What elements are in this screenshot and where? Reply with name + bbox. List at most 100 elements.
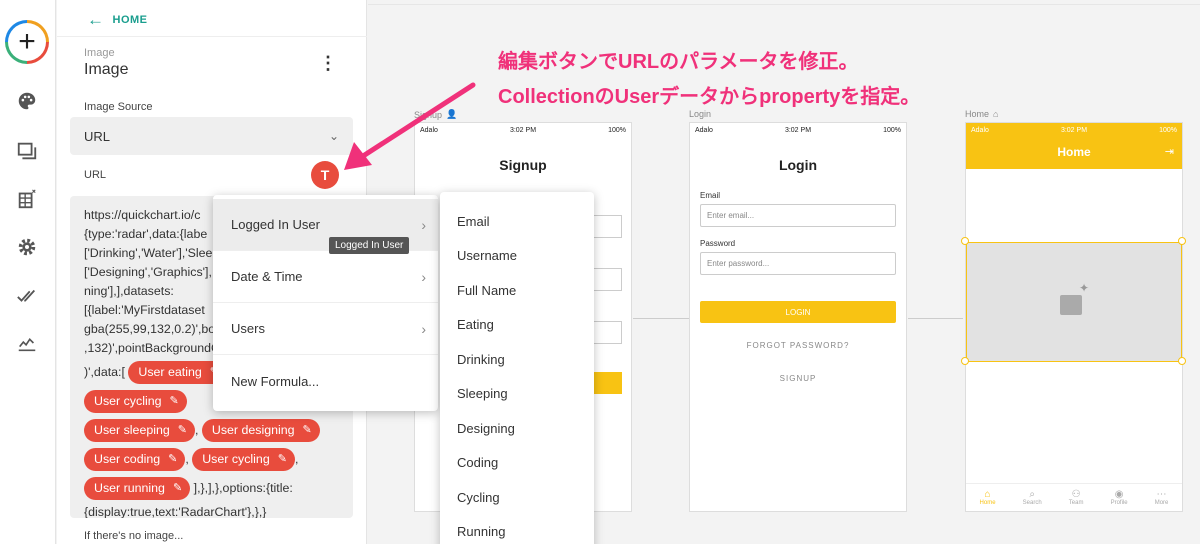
menu-item-date-time[interactable]: Date & Time › (213, 251, 438, 303)
menu-item-users[interactable]: Users › (213, 303, 438, 355)
analytics-icon[interactable] (16, 332, 38, 354)
bottom-tab-bar: ⌂ Home ⌕ Search ⚇ Team ◉ Profile ⋯ More (966, 483, 1182, 511)
logout-icon[interactable]: ⇥ (1165, 145, 1174, 158)
menu-item-full-name[interactable]: Full Name (440, 273, 594, 308)
magic-text-chip[interactable]: User cycling ✎ (84, 390, 187, 413)
back-arrow-icon: ← (87, 10, 105, 29)
home-back-link[interactable]: ← HOME (87, 11, 148, 28)
add-component-button[interactable]: + (5, 20, 49, 64)
menu-item-sleeping[interactable]: Sleeping (440, 377, 594, 412)
pencil-icon: ✎ (177, 424, 187, 436)
signup-field-edge (594, 215, 622, 238)
tab-home[interactable]: ⌂ Home (980, 489, 996, 506)
publish-check-icon[interactable] (16, 285, 38, 307)
pencil-icon: ✎ (277, 453, 287, 465)
url-label: URL (84, 169, 107, 181)
sparkle-icon: ✦ (1079, 281, 1090, 295)
palette-icon[interactable] (16, 90, 38, 112)
menu-item-drinking[interactable]: Drinking (440, 342, 594, 377)
team-icon: ⚇ (1071, 489, 1081, 500)
link-line (633, 318, 689, 319)
login-title: Login (778, 157, 818, 173)
magic-text-chip[interactable]: User cycling ✎ (192, 448, 295, 471)
screen-label-login[interactable]: Login (689, 109, 711, 119)
pencil-icon: ✎ (172, 482, 183, 494)
menu-item-designing[interactable]: Designing (440, 411, 594, 446)
password-label: Password (700, 239, 736, 248)
status-bar: Adalo 3:02 PM 100% (695, 126, 901, 134)
forgot-password-link[interactable]: FORGOT PASSWORD? (690, 341, 906, 350)
menu-item-running[interactable]: Running (440, 515, 594, 544)
magic-text-menu: Logged In User › Date & Time › Users › New … (213, 195, 438, 411)
status-bar: Adalo 3:02 PM 100% (971, 126, 1177, 134)
profile-icon: ◉ (1114, 489, 1124, 500)
annotation-arrow-icon (344, 82, 476, 170)
home-label: HOME (112, 13, 148, 26)
email-label: Email (700, 191, 721, 200)
chevron-right-icon: › (421, 216, 426, 233)
signup-button-edge (594, 372, 622, 394)
image-component-selected[interactable]: ✦ (966, 242, 1182, 362)
tab-team[interactable]: ⚇ Team (1069, 489, 1084, 506)
resize-handle[interactable] (961, 237, 969, 245)
annotation-line-2: CollectionのUserデータからpropertyを指定。 (498, 86, 921, 108)
home-title: Home (1057, 145, 1091, 159)
menu-item-new-formula[interactable]: New Formula... (213, 355, 438, 407)
screens-icon[interactable] (16, 140, 38, 162)
user-properties-menu: Email Username Full Name Eating Drinking… (440, 192, 594, 544)
tooltip: Logged In User (329, 237, 410, 254)
password-field[interactable]: Enter password... (700, 252, 896, 275)
tab-profile[interactable]: ◉ Profile (1111, 489, 1128, 506)
image-source-select[interactable]: URL ⌄ (70, 117, 353, 155)
resize-handle[interactable] (1178, 357, 1186, 365)
resize-handle[interactable] (1178, 237, 1186, 245)
login-screen[interactable]: Adalo 3:02 PM 100% Login Email Enter ema… (689, 122, 907, 512)
link-line (908, 318, 963, 319)
image-source-label: Image Source (84, 101, 153, 113)
image-source-value: URL (84, 128, 111, 144)
tab-more[interactable]: ⋯ More (1155, 489, 1169, 506)
more-options-icon[interactable]: ⋮ (319, 54, 337, 72)
menu-item-email[interactable]: Email (440, 204, 594, 239)
panel-divider (57, 36, 367, 37)
more-icon: ⋯ (1156, 489, 1167, 500)
component-name[interactable]: Image (84, 61, 128, 79)
home-app-bar: Adalo 3:02 PM 100% Home ⇥ (966, 123, 1182, 169)
screen-label-home[interactable]: Home ⌂ (965, 109, 998, 119)
pencil-icon: ✎ (168, 453, 178, 465)
database-icon[interactable] (16, 188, 38, 210)
email-field[interactable]: Enter email... (700, 204, 896, 227)
home-icon: ⌂ (993, 109, 999, 119)
resize-handle[interactable] (961, 357, 969, 365)
signup-field-edge (594, 268, 622, 291)
gear-icon[interactable] (16, 236, 38, 258)
chevron-right-icon: › (421, 320, 426, 337)
no-image-label: If there's no image... (84, 530, 184, 542)
menu-item-username[interactable]: Username (440, 239, 594, 274)
left-rail: + (0, 0, 56, 544)
add-icon: + (8, 23, 46, 61)
home-icon: ⌂ (984, 489, 991, 500)
tab-search[interactable]: ⌕ Search (1023, 489, 1042, 506)
signup-field-edge (594, 321, 622, 344)
image-placeholder-icon (1060, 295, 1082, 315)
home-screen[interactable]: Adalo 3:02 PM 100% Home ⇥ ✦ ⌂ Home ⌕ Searc… (965, 122, 1183, 512)
magic-text-chip[interactable]: User sleeping ✎ (84, 419, 195, 442)
magic-text-chip[interactable]: User designing ✎ (201, 419, 320, 442)
magic-text-chip[interactable]: User coding ✎ (84, 448, 186, 471)
magic-text-icon: T (320, 167, 330, 183)
signup-link[interactable]: SIGNUP (690, 374, 906, 383)
url-text-fragment: ],},],},options:{title: (193, 480, 293, 495)
chevron-right-icon: › (421, 268, 426, 285)
menu-item-eating[interactable]: Eating (440, 308, 594, 343)
url-text-fragment: )',data:[ (84, 364, 125, 379)
annotation-line-1: 編集ボタンでURLのパラメータを修正。 (498, 51, 859, 73)
menu-item-coding[interactable]: Coding (440, 446, 594, 481)
login-button[interactable]: LOGIN (700, 301, 896, 323)
pencil-icon: ✎ (302, 424, 312, 436)
pencil-icon: ✎ (169, 395, 179, 407)
search-icon: ⌕ (1029, 489, 1035, 500)
menu-item-cycling[interactable]: Cycling (440, 480, 594, 515)
magic-text-chip[interactable]: User running ✎ (84, 477, 191, 500)
component-type: Image (84, 47, 115, 59)
